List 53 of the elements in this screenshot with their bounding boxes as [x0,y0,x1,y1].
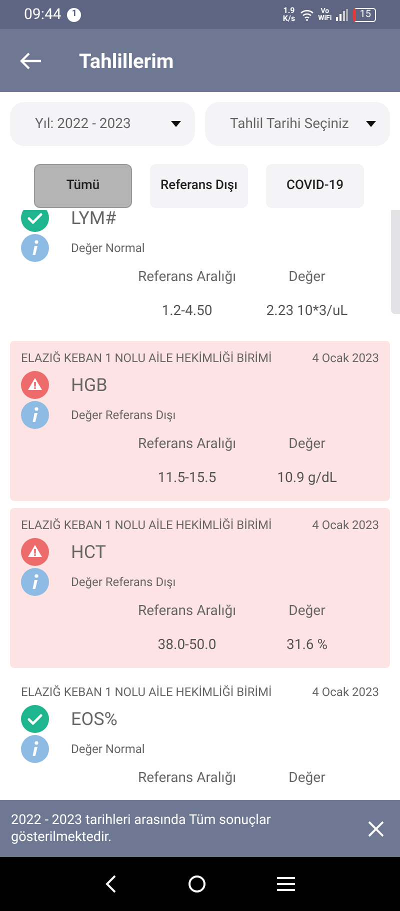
result-value: 2.23 10*3/uL [265,302,349,321]
result-status: Değer Referans Dışı [71,574,176,591]
warning-icon [21,538,49,566]
nav-home-icon[interactable] [188,875,206,893]
value-label: Değer [288,435,326,454]
warning-icon [21,371,49,399]
range-label: Referans Aralığı [136,769,238,788]
wifi-icon [300,8,314,20]
banner-message: 2022 - 2023 tarihleri arasında Tüm sonuçlar gösterilmektedir. [11,812,272,846]
result-value: 10.9 g/dL [276,469,338,488]
result-status: Değer Referans Dışı [71,407,176,424]
test-name: HGB [71,374,108,398]
result-status: Değer Normal [71,741,145,758]
close-icon[interactable] [368,820,384,836]
screen-title: Tahlillerim [79,48,174,74]
value-label: Değer [288,769,326,788]
test-name: HCT [71,540,106,564]
filter-tab[interactable]: Referans Dışı [150,164,248,208]
nav-back-icon[interactable] [105,875,118,893]
range-label: Referans Aralığı [136,268,238,287]
reference-range: 38.0-50.0 [156,636,218,655]
network-speed: 1.9 [283,6,295,14]
signal-icon [336,8,348,20]
result-date: 4 Ocak 2023 [312,517,379,534]
institution-name: ELAZIĞ KEBAN 1 NOLU AİLE HEKİMLİĞİ BİRİMİ [21,684,272,701]
institution-name: ELAZIĞ KEBAN 1 NOLU AİLE HEKİMLİĞİ BİRİMİ [21,517,272,534]
speed-unit: K/s [282,14,296,22]
reference-range: 1.2-4.50 [160,302,214,321]
notification-badge: 1 [67,8,82,22]
filter-dropdown[interactable]: Yıl: 2022 - 2023 [10,102,195,146]
result-date: 4 Ocak 2023 [312,350,379,367]
result-value: 31.6 % [285,636,329,655]
filter-dropdown[interactable]: Tahlil Tarihi Seçiniz [205,102,390,146]
value-label: Değer [288,268,326,287]
nav-menu-icon[interactable] [276,877,295,891]
dropdown-caret-icon [171,121,181,127]
test-name: LYM# [71,210,116,230]
result-date: 4 Ocak 2023 [312,684,379,701]
test-name: EOS% [71,708,118,732]
institution-name: ELAZIĞ KEBAN 1 NOLU AİLE HEKİMLİĞİ BİRİMİ [21,350,272,367]
back-arrow-icon[interactable] [20,52,42,70]
range-label: Referans Aralığı [136,602,238,621]
scrollbar-thumb[interactable] [391,210,400,314]
value-label: Değer [288,602,326,621]
battery-indicator: 15 [352,8,376,22]
filter-tab[interactable]: COVID-19 [266,164,364,208]
status-time: 09:44 [24,4,62,26]
dropdown-caret-icon [366,121,376,127]
reference-range: 11.5-15.5 [156,469,218,488]
result-status: Değer Normal [71,240,145,257]
filter-tab[interactable]: Tümü [34,164,132,208]
check-icon [21,705,49,733]
range-label: Referans Aralığı [136,435,238,454]
